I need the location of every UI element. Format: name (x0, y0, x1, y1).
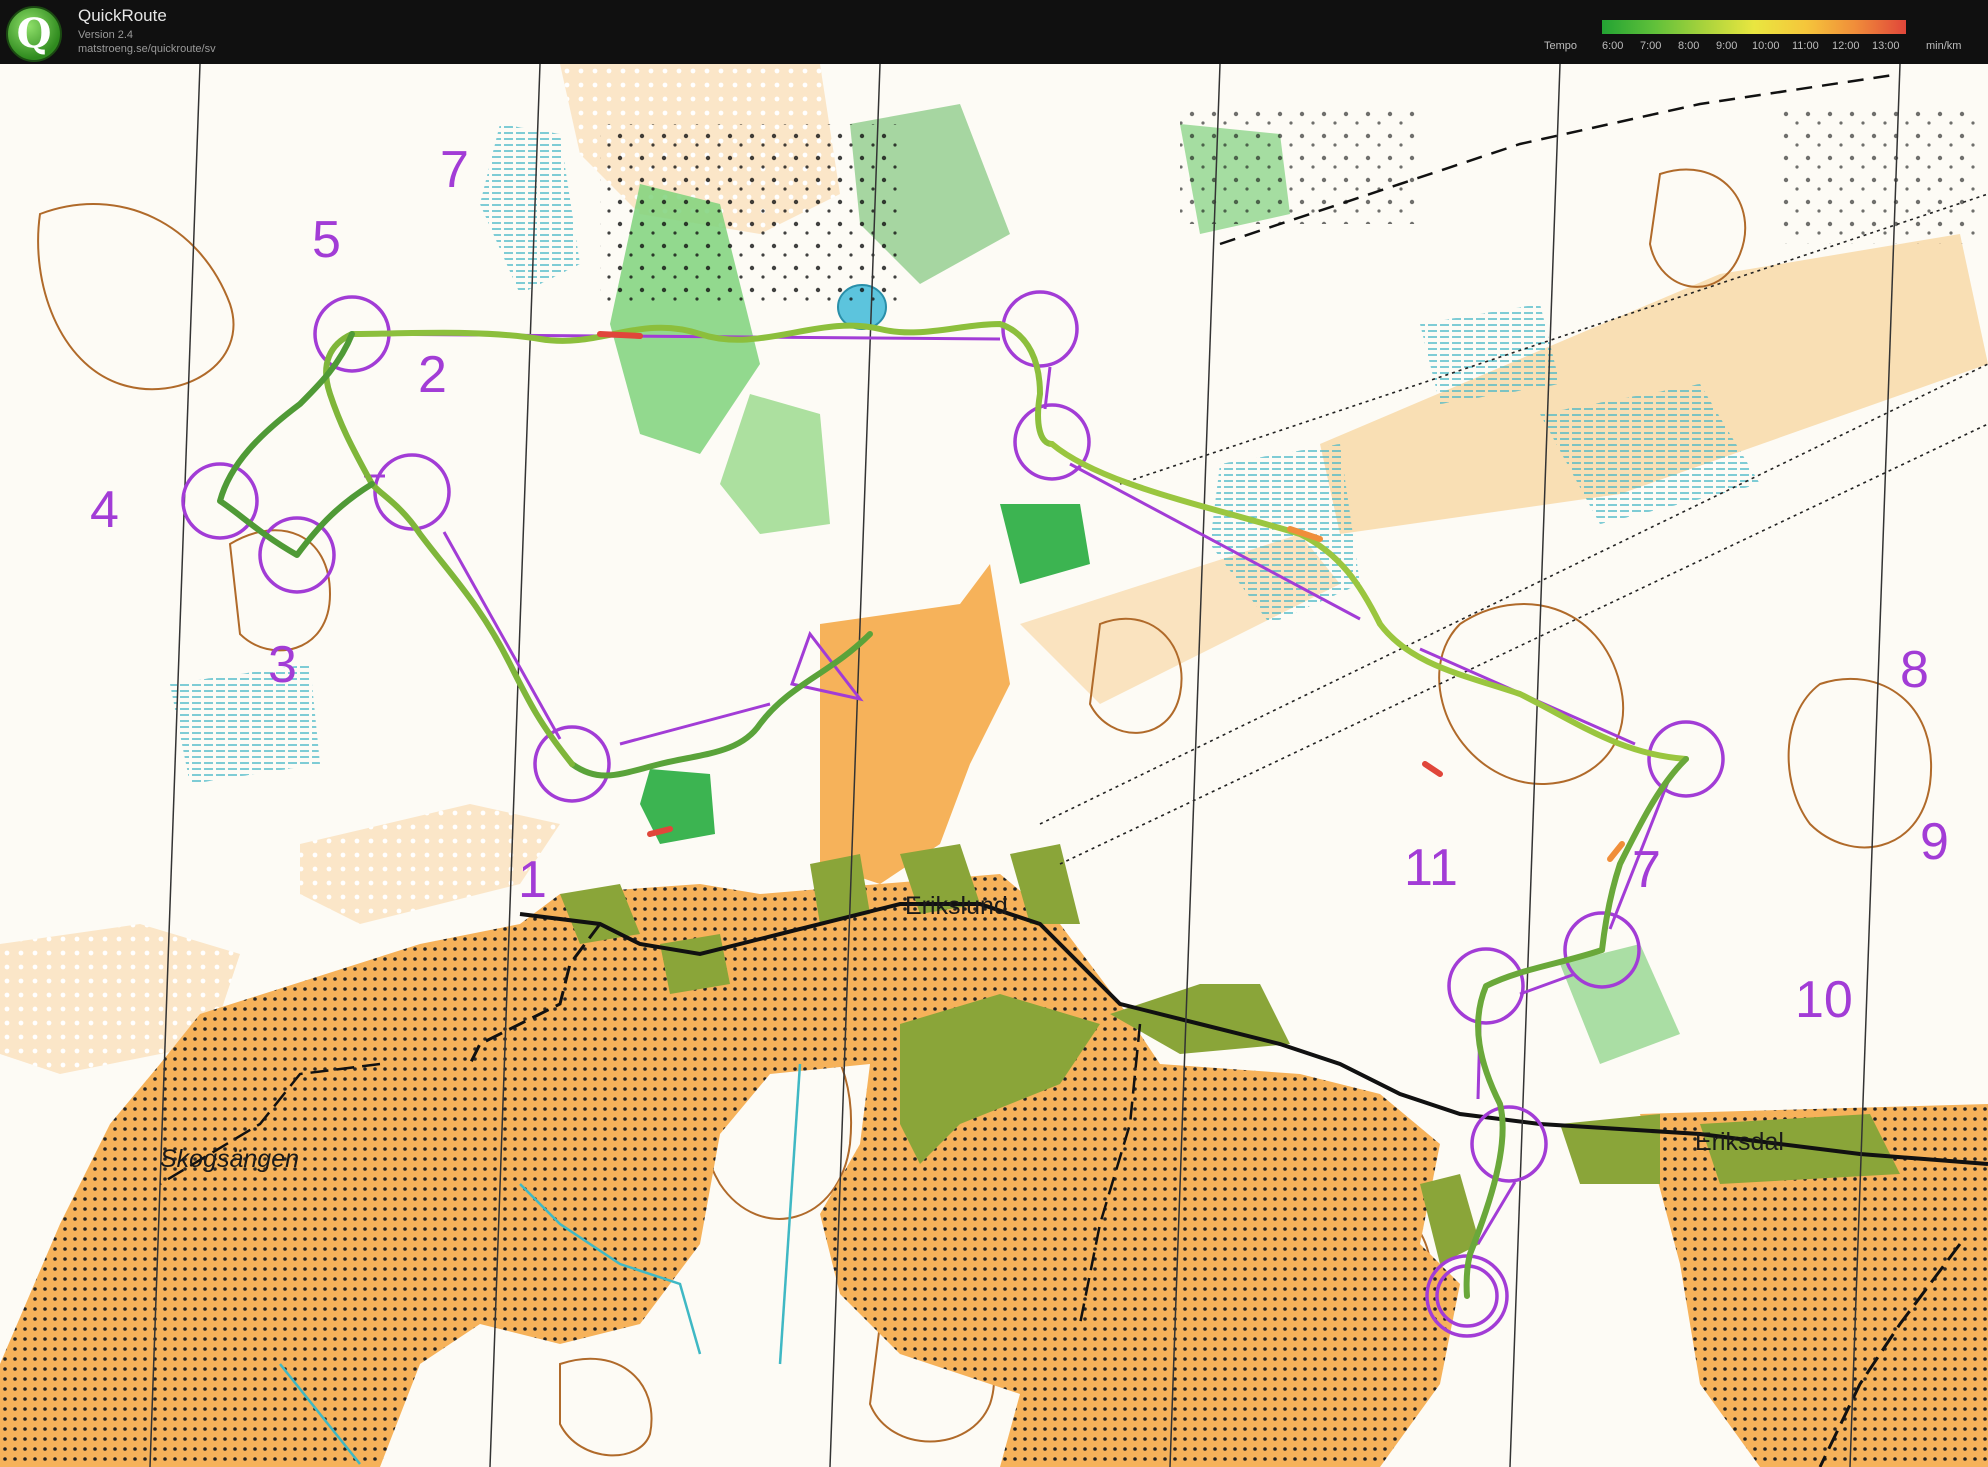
tempo-tick: 6:00 (1602, 40, 1624, 52)
quickroute-window: Q QuickRoute Version 2.4 matstroeng.se/q… (0, 0, 1988, 1467)
control-number-8: 8 (1900, 641, 1929, 699)
tempo-tick: 9:00 (1716, 40, 1738, 52)
place-name-eriksdal: Eriksdal (1695, 1128, 1784, 1156)
tempo-tick: 11:00 (1792, 40, 1819, 52)
control-number-11: 11 (1404, 839, 1458, 897)
tempo-legend-label: Tempo (1544, 40, 1578, 52)
control-number-2: 2 (418, 346, 447, 404)
control-number-5: 5 (312, 211, 341, 269)
rocky-ground (600, 124, 900, 304)
tempo-legend-ticks: 6:00 7:00 8:00 9:00 10:00 11:00 12:00 13… (1602, 40, 1922, 54)
tempo-tick: 7:00 (1640, 40, 1662, 52)
marsh (170, 664, 320, 784)
app-url: matstroeng.se/quickroute/sv (78, 43, 216, 55)
control-number-10: 10 (1795, 971, 1853, 1029)
rocky-ground (1780, 104, 1980, 244)
place-name-skogsangen: Skogsängen (160, 1145, 300, 1173)
control-number-1: 1 (518, 851, 547, 909)
tempo-color-scale (1602, 20, 1906, 34)
app-version: Version 2.4 (78, 29, 134, 41)
tempo-tick: 12:00 (1832, 40, 1860, 52)
place-name-erikslund: Erikslund (905, 892, 1008, 920)
control-number-7a: 7 (440, 141, 469, 199)
control-number-4: 4 (90, 481, 119, 539)
control-number-9: 9 (1920, 813, 1949, 871)
tempo-tick: 13:00 (1872, 40, 1900, 52)
app-title: QuickRoute (78, 6, 167, 25)
control-number-3: 3 (268, 636, 297, 694)
tempo-tick: 8:00 (1678, 40, 1700, 52)
tempo-unit: min/km (1926, 40, 1962, 52)
tempo-tick: 10:00 (1752, 40, 1780, 52)
header-bar: Q QuickRoute Version 2.4 matstroeng.se/q… (0, 0, 1988, 64)
map-canvas (0, 64, 1988, 1467)
orienteering-map[interactable]: 1 2 3 4 5 7 7 8 9 10 11 Erikslund Eriksd… (0, 64, 1988, 1467)
control-number-7b: 7 (1632, 841, 1661, 899)
quickroute-logo: Q (6, 6, 62, 62)
